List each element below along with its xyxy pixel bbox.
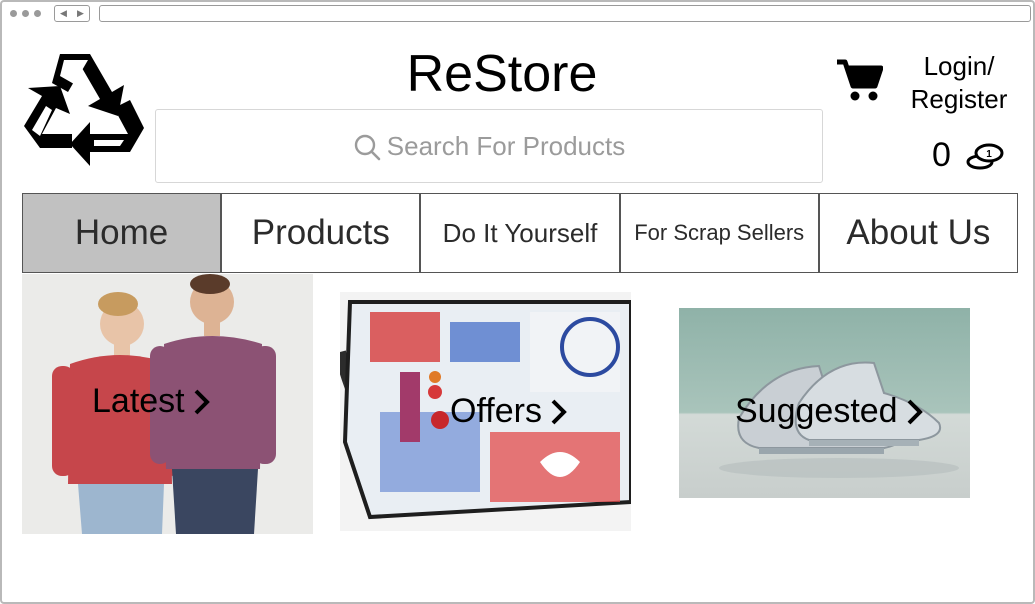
chevron-right-icon — [194, 389, 210, 414]
back-forward-buttons[interactable]: ◀ ▶ — [54, 5, 90, 22]
search-icon — [354, 134, 381, 161]
nav-item-label: Home — [74, 213, 169, 252]
tile-label-text: Latest — [92, 382, 185, 420]
tile-suggested[interactable]: Suggested — [679, 308, 970, 498]
tile-label: Offers — [450, 392, 568, 431]
coin-count: 0 — [932, 136, 951, 174]
main-nav: Home Products Do It Yourself For Scrap S… — [22, 193, 1018, 273]
forward-arrow-icon[interactable]: ▶ — [77, 8, 84, 19]
nav-item-label: For Scrap Sellers — [634, 220, 805, 245]
tile-label-text: Suggested — [735, 392, 898, 430]
nav-item-diy[interactable]: Do It Yourself — [421, 194, 621, 272]
back-arrow-icon[interactable]: ◀ — [60, 8, 67, 19]
recycle-icon[interactable] — [20, 48, 148, 172]
tile-offers[interactable]: Offers — [340, 292, 631, 531]
nav-item-home[interactable]: Home — [23, 194, 223, 272]
brand-title: ReStore — [406, 45, 598, 103]
chevron-right-icon — [551, 399, 567, 424]
search-input[interactable]: Search For Products — [155, 109, 823, 183]
login-register-link[interactable]: Login/ Register — [900, 50, 1018, 116]
chevron-right-icon — [907, 399, 923, 424]
search-placeholder: Search For Products — [386, 130, 626, 161]
register-label: Register — [910, 84, 1008, 114]
cart-icon[interactable] — [835, 56, 883, 104]
address-bar[interactable] — [99, 5, 1031, 22]
login-label: Login/ — [923, 51, 995, 81]
tile-latest[interactable]: Latest — [22, 274, 313, 534]
nav-item-label: About Us — [846, 213, 991, 252]
nav-item-scrap-sellers[interactable]: For Scrap Sellers — [620, 194, 820, 272]
nav-item-products[interactable]: Products — [222, 194, 422, 272]
tile-label: Latest — [92, 382, 211, 421]
window-dot-icon[interactable] — [34, 10, 41, 17]
coins-icon[interactable]: 1 — [966, 142, 1006, 170]
window-controls — [10, 10, 41, 17]
nav-item-label: Products — [251, 213, 390, 252]
browser-window: ◀ ▶ ReStore Search For Products Login/ R… — [0, 0, 1035, 604]
coin-badge: 1 — [986, 149, 992, 160]
window-dot-icon[interactable] — [10, 10, 17, 17]
tile-label-text: Offers — [450, 392, 542, 430]
nav-item-about-us[interactable]: About Us — [819, 194, 1018, 272]
window-dot-icon[interactable] — [22, 10, 29, 17]
browser-chrome: ◀ ▶ — [2, 2, 1033, 26]
tile-label: Suggested — [735, 392, 924, 431]
nav-item-label: Do It Yourself — [442, 217, 598, 248]
